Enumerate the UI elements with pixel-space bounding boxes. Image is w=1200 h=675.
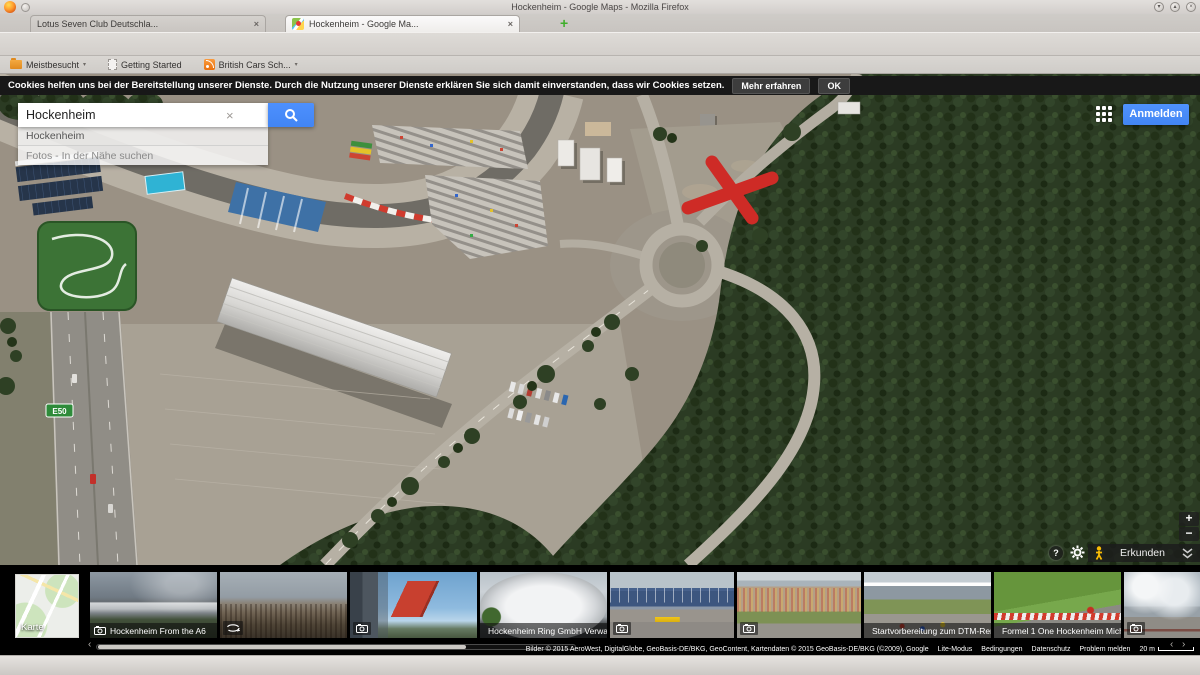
- photo-thumbnail[interactable]: Hockenheim From the A6: [90, 572, 217, 638]
- rss-icon: [204, 59, 215, 70]
- bookmark-getting-started[interactable]: Getting Started: [104, 56, 186, 74]
- cookie-ok-button[interactable]: OK: [818, 78, 850, 94]
- camera-icon: [94, 626, 106, 635]
- clear-search-icon[interactable]: ×: [226, 108, 234, 123]
- close-button[interactable]: ×: [1186, 2, 1196, 12]
- new-tab-button[interactable]: +: [560, 16, 568, 30]
- bookmarks-bar: Meistbesucht ▾ Getting Started British C…: [0, 56, 1200, 74]
- photo-thumbnail[interactable]: [350, 572, 477, 638]
- photo-carousel: Karte Hockenheim From the A6 Hockenheim …: [0, 565, 1200, 655]
- explore-label: Erkunden: [1109, 547, 1176, 559]
- photo-thumbnail[interactable]: [220, 572, 347, 638]
- zoom-control: + −: [1179, 512, 1199, 542]
- bookmark-british-cars[interactable]: British Cars Sch... ▾: [200, 56, 302, 74]
- chevron-down-icon: ▾: [295, 61, 298, 68]
- double-chevron-down-icon[interactable]: [1182, 548, 1193, 559]
- map-mode-thumbnail[interactable]: Karte: [15, 574, 79, 638]
- folder-icon: [10, 60, 22, 69]
- attribution-text: Bilder © 2015 AeroWest, DigitalGlobe, Ge…: [526, 646, 929, 653]
- bookmark-meistbesucht[interactable]: Meistbesucht ▾: [6, 56, 90, 74]
- maximize-button[interactable]: ▴: [1170, 2, 1180, 12]
- google-apps-grid-icon[interactable]: [1096, 106, 1114, 124]
- camera-icon: [356, 624, 368, 633]
- cookie-message: Cookies helfen uns bei der Bereitstellun…: [8, 80, 724, 91]
- terms-link[interactable]: Bedingungen: [981, 646, 1022, 653]
- tab-close-icon[interactable]: ×: [508, 19, 513, 29]
- suggestion-fotos[interactable]: Fotos - In der Nähe suchen: [18, 146, 268, 165]
- help-button[interactable]: ?: [1049, 546, 1063, 560]
- tab-bar: Lotus Seven Club Deutschla... × Hockenhe…: [0, 14, 1200, 32]
- map-mode-label: Karte: [21, 622, 44, 633]
- carousel-scrollbar[interactable]: [96, 644, 576, 650]
- page-icon: [108, 59, 117, 70]
- scale-bar: [1158, 647, 1194, 651]
- camera-icon: [616, 624, 628, 633]
- photo-caption: Formel 1 One Hockenheim Mich...: [1002, 626, 1121, 636]
- photo-thumbnail[interactable]: [610, 572, 734, 638]
- bookmark-label: British Cars Sch...: [219, 60, 291, 70]
- maps-search-input[interactable]: [26, 108, 226, 122]
- firefox-window-icon: [4, 1, 16, 13]
- scale-label: 20 m: [1139, 646, 1155, 653]
- minimize-button[interactable]: ▾: [1154, 2, 1164, 12]
- photo-thumbnail[interactable]: [737, 572, 861, 638]
- tab-label: Lotus Seven Club Deutschla...: [37, 19, 249, 29]
- photosphere-icon: [226, 623, 240, 633]
- carousel-scroll-left-icon[interactable]: ‹: [88, 639, 91, 650]
- suggestion-hockenheim[interactable]: Hockenheim: [18, 127, 268, 146]
- photo-thumbnail[interactable]: Startvorbereitung zum DTM-Ren...: [864, 572, 991, 638]
- scrollbar-handle[interactable]: [98, 645, 466, 649]
- report-problem-link[interactable]: Problem melden: [1079, 646, 1130, 653]
- bookmark-label: Meistbesucht: [26, 60, 79, 70]
- settings-gear-icon[interactable]: [1070, 545, 1085, 565]
- map-scale: 20 m: [1139, 646, 1194, 653]
- signin-button[interactable]: Anmelden: [1123, 104, 1189, 125]
- tab-lotus-seven-club[interactable]: Lotus Seven Club Deutschla... ×: [30, 15, 266, 32]
- tab-hockenheim-active[interactable]: Hockenheim - Google Ma... ×: [285, 15, 520, 32]
- cookie-notice-bar: Cookies helfen uns bei der Bereitstellun…: [0, 76, 1200, 95]
- photo-thumbnail[interactable]: Hockenheim Ring GmbH Verwal...: [480, 572, 607, 638]
- taskbar: K Hockenheim - Google Maps - Mozilla Fi.…: [0, 655, 1200, 675]
- map-attribution: Bilder © 2015 AeroWest, DigitalGlobe, Ge…: [526, 644, 1194, 654]
- desktop-screen: Hockenheim - Google Maps - Mozilla Firef…: [0, 0, 1200, 675]
- photo-caption: Startvorbereitung zum DTM-Ren...: [872, 626, 991, 636]
- window-titlebar: Hockenheim - Google Maps - Mozilla Firef…: [0, 0, 1200, 14]
- lite-mode-link[interactable]: Lite-Modus: [938, 646, 973, 653]
- photo-caption: Hockenheim Ring GmbH Verwal...: [488, 626, 607, 636]
- maps-search-button[interactable]: [268, 103, 314, 127]
- google-maps-favicon: [292, 18, 304, 30]
- road-sign-e50: E50: [46, 404, 73, 417]
- svg-text:E50: E50: [52, 407, 67, 416]
- photo-thumbnail[interactable]: Formel 1 One Hockenheim Mich...: [994, 572, 1121, 638]
- camera-icon: [1130, 624, 1142, 633]
- navigation-toolbar: ← https://www.google.de/maps/place/Hocke…: [0, 32, 1200, 56]
- tab-label: Hockenheim - Google Ma...: [309, 19, 503, 29]
- maps-search-box: ×: [18, 103, 268, 127]
- explore-bar[interactable]: Erkunden: [1088, 544, 1200, 562]
- cookie-learn-more-button[interactable]: Mehr erfahren: [732, 78, 810, 94]
- search-icon: [284, 108, 298, 122]
- photo-thumbnail[interactable]: [1124, 572, 1200, 638]
- zoom-out-button[interactable]: −: [1179, 527, 1199, 541]
- privacy-link[interactable]: Datenschutz: [1032, 646, 1071, 653]
- pegman-icon[interactable]: [1095, 546, 1103, 560]
- camera-icon: [743, 624, 755, 633]
- window-title: Hockenheim - Google Maps - Mozilla Firef…: [0, 0, 1200, 14]
- zoom-in-button[interactable]: +: [1179, 512, 1199, 526]
- window-menu-button[interactable]: [21, 3, 30, 12]
- tab-close-icon[interactable]: ×: [254, 19, 259, 29]
- chevron-down-icon: ▾: [83, 61, 86, 68]
- search-suggestions: Hockenheim Fotos - In der Nähe suchen: [18, 127, 268, 165]
- photo-caption: Hockenheim From the A6: [110, 626, 206, 636]
- bookmark-label: Getting Started: [121, 60, 182, 70]
